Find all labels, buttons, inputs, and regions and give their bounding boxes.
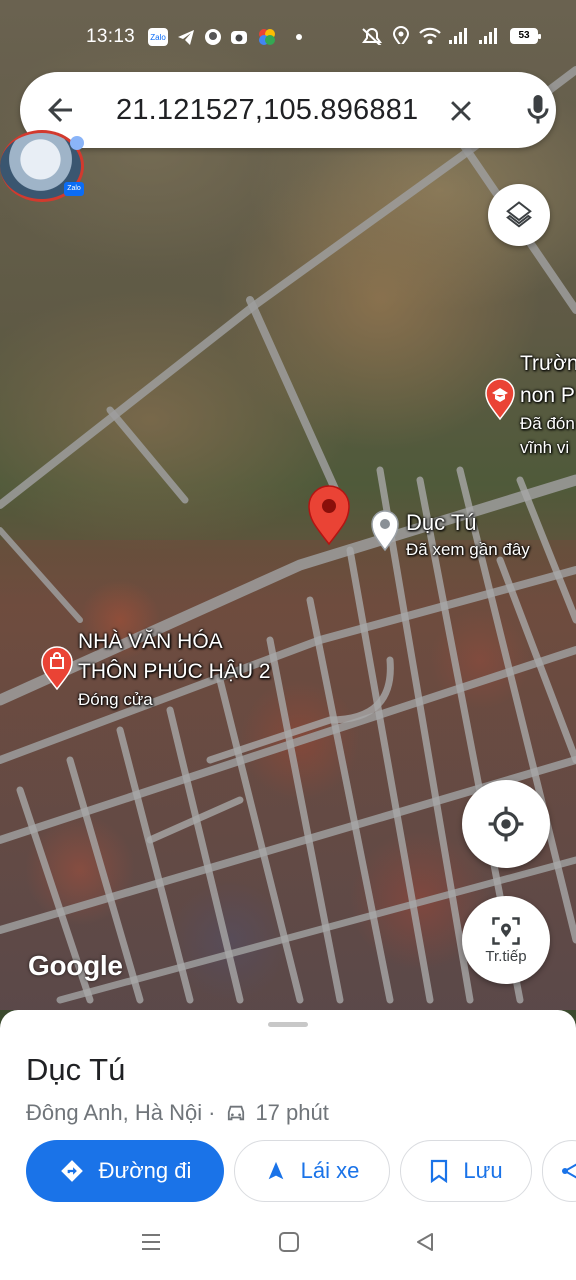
- start-drive-button[interactable]: Lái xe: [234, 1140, 390, 1202]
- system-navigation-bar: [0, 1205, 576, 1280]
- telegram-icon: [178, 30, 194, 45]
- app-icon: [205, 29, 221, 45]
- school-status-line1: Đã đón: [520, 414, 575, 433]
- camera-icon: [231, 31, 247, 44]
- signal-icon: [479, 28, 497, 44]
- place-label-name: Dục Tú: [406, 510, 477, 535]
- place-subtitle: Đông Anh, Hà Nội · 17 phút: [26, 1100, 329, 1126]
- status-bar: 13:13 Zalo 53: [0, 0, 576, 74]
- culture-house-pin-icon[interactable]: [40, 646, 74, 690]
- visited-place-pin-icon[interactable]: [370, 510, 400, 552]
- bookmark-icon: [431, 1159, 448, 1183]
- place-label-note: Đã xem gần đây: [406, 540, 530, 559]
- search-query[interactable]: 21.121527,105.896881: [116, 94, 418, 127]
- location-icon: [392, 26, 410, 44]
- share-icon: [562, 1163, 576, 1179]
- directions-label: Đường đi: [98, 1158, 192, 1183]
- navigation-arrow-icon: [268, 1161, 283, 1180]
- mic-icon[interactable]: [520, 90, 556, 130]
- culture-house-label-line2: THÔN PHÚC HẬU 2: [78, 660, 271, 683]
- school-pin-icon[interactable]: [484, 378, 516, 420]
- google-attribution: Google: [28, 950, 123, 981]
- menu-nav-icon[interactable]: [140, 1231, 162, 1253]
- back-nav-icon[interactable]: [414, 1231, 436, 1253]
- drag-handle[interactable]: [268, 1022, 308, 1027]
- start-drive-label: Lái xe: [300, 1158, 360, 1183]
- school-status-line2: vĩnh vi: [520, 438, 570, 457]
- mute-icon: [362, 28, 382, 45]
- school-label-line2: non P: [520, 384, 575, 407]
- car-icon: [228, 1105, 245, 1121]
- dot-icon: [296, 34, 302, 40]
- chat-head-indicator: [70, 136, 84, 150]
- school-label-line1: Trườn: [520, 352, 576, 375]
- zalo-icon: Zalo: [148, 28, 168, 46]
- culture-house-label-line1: NHÀ VĂN HÓA: [78, 630, 223, 653]
- live-view-button[interactable]: Tr.tiếp: [462, 896, 550, 984]
- close-icon[interactable]: [444, 94, 478, 128]
- layers-button[interactable]: [488, 184, 550, 246]
- directions-icon: [60, 1160, 83, 1182]
- place-title: Dục Tú: [26, 1052, 126, 1087]
- home-nav-icon[interactable]: [278, 1231, 300, 1253]
- selected-location-pin-icon[interactable]: [306, 484, 352, 546]
- crosshair-icon: [488, 806, 524, 842]
- culture-house-status: Đóng cửa: [78, 690, 153, 709]
- drive-time: 17 phút: [255, 1100, 329, 1125]
- layers-icon: [506, 201, 532, 228]
- my-location-button[interactable]: [462, 780, 550, 868]
- zalo-badge: Zalo: [64, 182, 84, 196]
- subtitle-separator: ·: [208, 1100, 216, 1125]
- satellite-map[interactable]: 13:13 Zalo 53 21.121527,105.896881 Zalo …: [0, 0, 576, 1010]
- status-time: 13:13: [86, 26, 136, 47]
- search-bar[interactable]: 21.121527,105.896881: [20, 72, 556, 148]
- wifi-icon: [419, 27, 441, 44]
- directions-button[interactable]: Đường đi: [26, 1140, 224, 1202]
- battery-indicator: 53: [510, 28, 541, 44]
- save-label: Lưu: [463, 1158, 503, 1183]
- live-view-icon: [492, 916, 520, 945]
- back-arrow-icon[interactable]: [42, 92, 78, 128]
- save-button[interactable]: Lưu: [400, 1140, 532, 1202]
- signal-icon: [449, 28, 467, 44]
- live-view-label: Tr.tiếp: [485, 947, 527, 965]
- place-location: Đông Anh, Hà Nội: [26, 1100, 203, 1125]
- photos-icon: [259, 29, 275, 45]
- share-button[interactable]: [542, 1140, 576, 1202]
